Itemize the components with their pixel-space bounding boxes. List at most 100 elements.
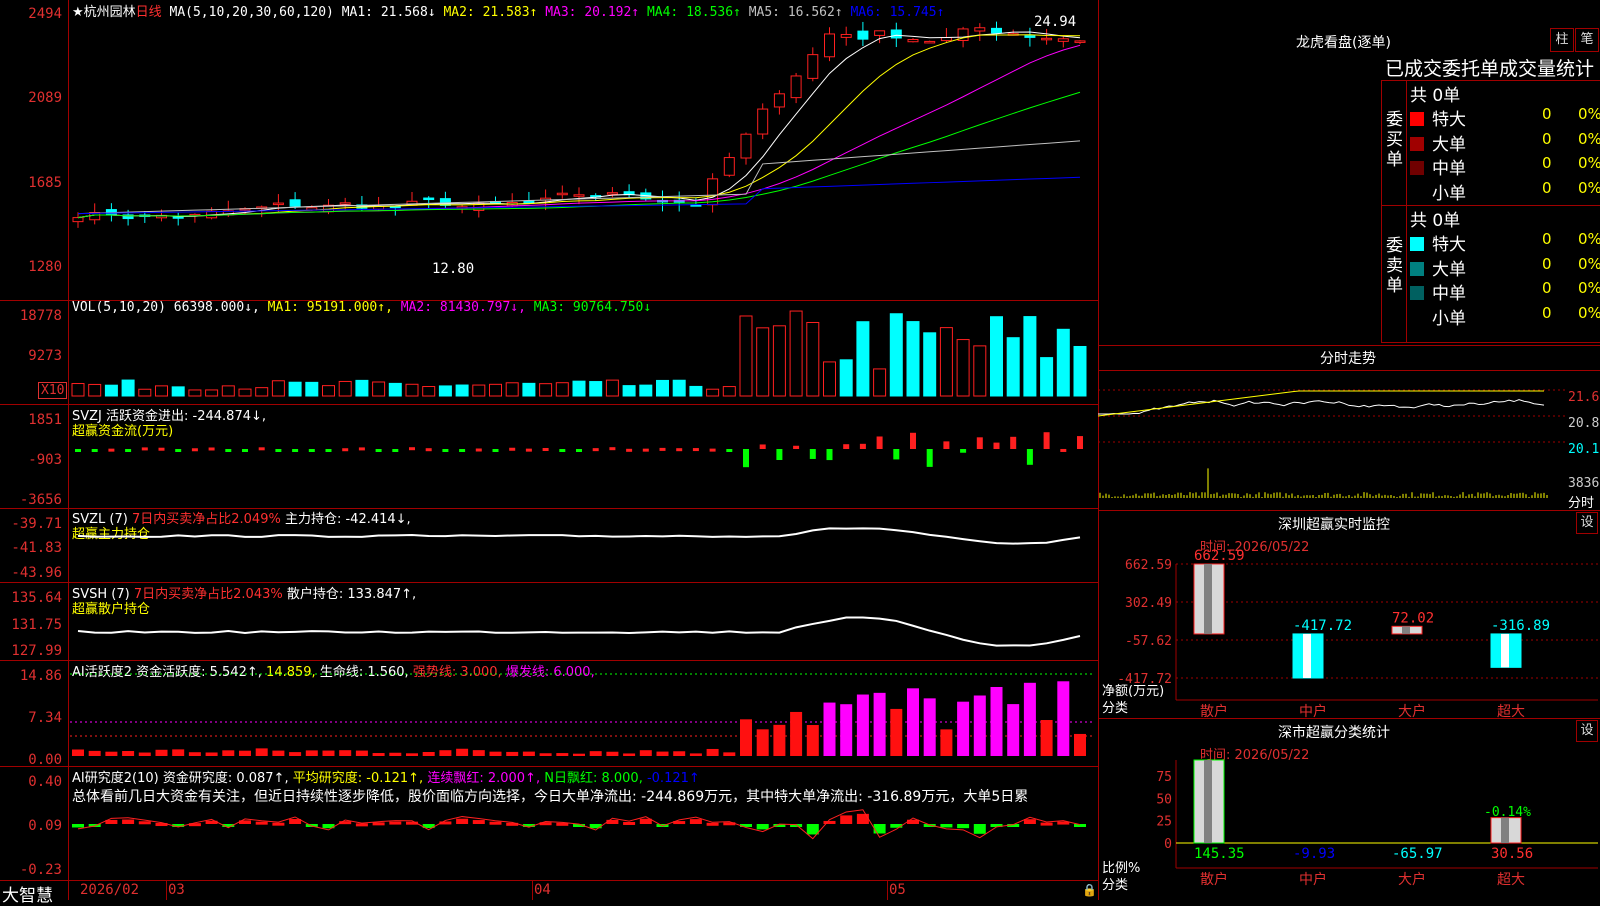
active-bar [289, 752, 302, 756]
active-bar [305, 750, 318, 756]
active-bar [122, 751, 135, 756]
intraday-avg-line [1097, 390, 1544, 417]
research-bar [272, 822, 285, 826]
monitor-y-label: 662.59 [1125, 558, 1172, 573]
volume-bar [238, 388, 252, 397]
active-bar [773, 724, 786, 756]
candle-body [339, 202, 351, 205]
svzj-bar [1077, 436, 1083, 449]
svzj-bar [993, 442, 1000, 449]
volume-chart[interactable] [0, 300, 1098, 404]
monitor-bar-shine [1402, 626, 1410, 634]
svzj-bar [308, 449, 315, 452]
stat-row-label: 小单 [1432, 308, 1466, 329]
candle-body [907, 39, 919, 43]
candle-body [606, 192, 618, 195]
classify-value-label: 145.35 [1194, 846, 1245, 862]
active-bar [105, 751, 118, 756]
stat-row-1: 大单 [1410, 255, 1466, 280]
volume-bar [990, 316, 1003, 397]
candle-body [773, 93, 785, 108]
ai-active-chart[interactable] [0, 660, 1098, 766]
active-bar [389, 752, 402, 756]
active-bar [689, 753, 702, 756]
volume-bar [973, 345, 987, 397]
volume-bar [271, 380, 285, 397]
active-bar [322, 750, 335, 756]
svzj-bar [208, 447, 215, 451]
classify-chart[interactable]: 75 50 25 0 145.35 散户 -9.93 中户 -65.97 大户 30.56 超大 -0.… [1098, 718, 1600, 900]
research-bar [823, 820, 836, 824]
active-bar [188, 752, 201, 756]
active-bar [372, 753, 385, 756]
active-bar [272, 750, 285, 756]
volume-bar [589, 381, 603, 397]
stat-row-pct: 0% [1578, 129, 1600, 148]
monitor-value-label: 662.59 [1194, 548, 1245, 564]
volume-bar [522, 382, 536, 397]
research-bar [973, 824, 986, 834]
volume-bar [455, 384, 469, 397]
research-bar [756, 824, 769, 830]
svzj-bar [659, 447, 666, 451]
svzj-chart[interactable] [0, 404, 1098, 508]
active-bar [740, 719, 752, 756]
svzj-bar [859, 443, 866, 449]
stat-row-pct: 0% [1578, 230, 1600, 248]
svzj-bar [726, 449, 733, 452]
candle-body [723, 157, 735, 176]
svsh-chart[interactable] [0, 582, 1098, 660]
active-bar [1074, 733, 1086, 756]
svzj-bar [826, 449, 833, 461]
intraday-chart[interactable] [1097, 370, 1568, 510]
intraday-price-line [1098, 399, 1545, 415]
svzl-chart[interactable] [0, 508, 1098, 582]
stat-row-0: 特大 [1410, 230, 1466, 255]
ai-research-chart[interactable] [0, 766, 1098, 880]
candle-body [824, 33, 835, 58]
stat-row-label: 特大 [1432, 235, 1466, 255]
svzj-bar [976, 437, 983, 449]
candle-body [890, 29, 902, 39]
volume-bar [806, 321, 820, 397]
kline-chart[interactable]: 24.94 12.80 [0, 0, 1098, 300]
volume-bar [1006, 337, 1020, 397]
monitor-chart[interactable]: 662.59302.49-57.62-417.72662.59散户-417.72… [1098, 510, 1600, 720]
volume-bar [405, 383, 419, 397]
volume-bar [672, 379, 686, 397]
svzj-bar [809, 449, 816, 459]
volume-bar [472, 384, 486, 397]
candle-body [807, 54, 819, 79]
research-bar [472, 820, 485, 824]
svzj-bar [225, 449, 232, 452]
pen-view-button[interactable]: 笔 [1575, 28, 1599, 52]
research-bar [1040, 822, 1053, 826]
research-bar [840, 815, 853, 824]
research-bar [372, 822, 385, 826]
intraday-y-label: 20.89 [1568, 416, 1600, 431]
active-bar [957, 701, 970, 756]
active-bar [940, 729, 953, 756]
svzj-bar [125, 449, 132, 452]
active-bar [506, 751, 519, 756]
svzj-bar [191, 448, 198, 452]
svzj-bar [158, 447, 165, 451]
monitor-bar-shine [1501, 633, 1509, 668]
stat-row-2: 中单 [1410, 279, 1466, 304]
candle-body [790, 75, 802, 99]
svzj-bar [342, 448, 349, 452]
bar-view-button[interactable]: 柱 [1550, 28, 1574, 52]
research-bar [489, 821, 502, 825]
svzj-bar [910, 432, 916, 449]
svzj-bar [525, 448, 532, 452]
classify-category-label: 大户 [1398, 871, 1426, 888]
lock-icon[interactable]: 🔒 [1082, 883, 1097, 897]
volume-bar [605, 379, 619, 397]
volume-bar [789, 310, 803, 397]
research-bar [623, 821, 636, 825]
intraday-y-label: 21.65 [1568, 390, 1600, 405]
research-bar [873, 824, 886, 834]
date-label: 2026/02 [80, 882, 140, 898]
svzj-bar [509, 447, 516, 451]
classify-top-note: -0.14% [1484, 805, 1531, 820]
